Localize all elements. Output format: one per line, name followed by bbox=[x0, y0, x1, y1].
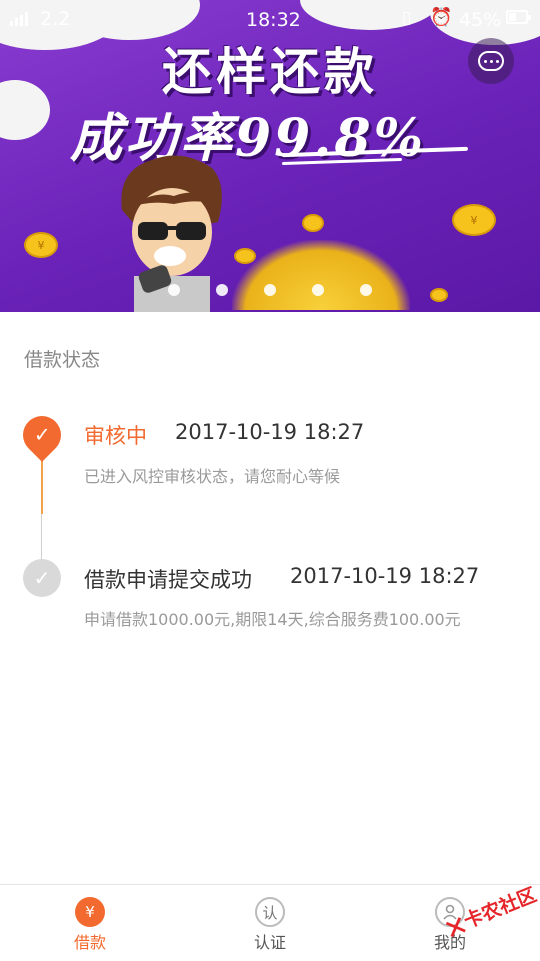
timeline-connector bbox=[41, 458, 43, 514]
battery-percent: 45% bbox=[459, 9, 502, 31]
battery-icon bbox=[506, 10, 531, 24]
vibrate-icon: ▯ bbox=[402, 8, 412, 28]
chat-button[interactable] bbox=[468, 38, 514, 84]
tab-label: 认证 bbox=[253, 933, 286, 952]
step-timestamp: 2017-10-19 18:27 bbox=[290, 564, 480, 588]
carousel-dot[interactable] bbox=[312, 284, 324, 296]
carousel-indicator[interactable] bbox=[0, 284, 540, 296]
network-speed: 2.2 bbox=[40, 8, 71, 30]
timeline-connector bbox=[41, 514, 42, 560]
watermark-text: 卡农社区 bbox=[460, 883, 540, 933]
carousel-dot[interactable] bbox=[168, 284, 180, 296]
step-status-title: 审核中 bbox=[84, 424, 147, 448]
alarm-icon: ⏰ bbox=[430, 7, 453, 28]
section-title: 借款状态 bbox=[24, 349, 101, 371]
promo-banner[interactable]: 还样还款 成功率99.8% ¥ ¥ bbox=[0, 0, 540, 312]
tab-label: 借款 bbox=[73, 933, 106, 952]
gold-pile-illustration bbox=[232, 240, 410, 310]
check-circle-icon: ✓ bbox=[23, 559, 61, 597]
carousel-dot[interactable] bbox=[264, 284, 276, 296]
chat-icon bbox=[478, 51, 504, 71]
step-status-title: 借款申请提交成功 bbox=[84, 568, 252, 592]
yen-icon: ¥ bbox=[75, 897, 105, 927]
carousel-dot[interactable] bbox=[216, 284, 228, 296]
coin-icon: ¥ bbox=[452, 204, 496, 236]
clock: 18:32 bbox=[246, 9, 301, 31]
banner-headline: 还样还款 bbox=[162, 42, 378, 101]
coin-icon: ¥ bbox=[24, 232, 58, 258]
coin-icon bbox=[302, 214, 324, 232]
location-pin-icon: ✓ bbox=[15, 408, 69, 462]
carousel-dot[interactable] bbox=[360, 284, 372, 296]
step-timestamp: 2017-10-19 18:27 bbox=[175, 420, 365, 444]
signal-icon bbox=[10, 10, 28, 26]
step-description: 已进入风控审核状态，请您耐心等候 bbox=[84, 467, 341, 486]
status-bar: 2.2 18:32 ▯ ⏰ 45% bbox=[0, 0, 540, 38]
verify-icon: 认 bbox=[255, 897, 285, 927]
step-description: 申请借款1000.00元,期限14天,综合服务费100.00元 bbox=[84, 610, 461, 629]
tab-verify[interactable]: 认 认证 bbox=[180, 885, 360, 961]
tab-loan[interactable]: ¥ 借款 bbox=[0, 885, 180, 961]
